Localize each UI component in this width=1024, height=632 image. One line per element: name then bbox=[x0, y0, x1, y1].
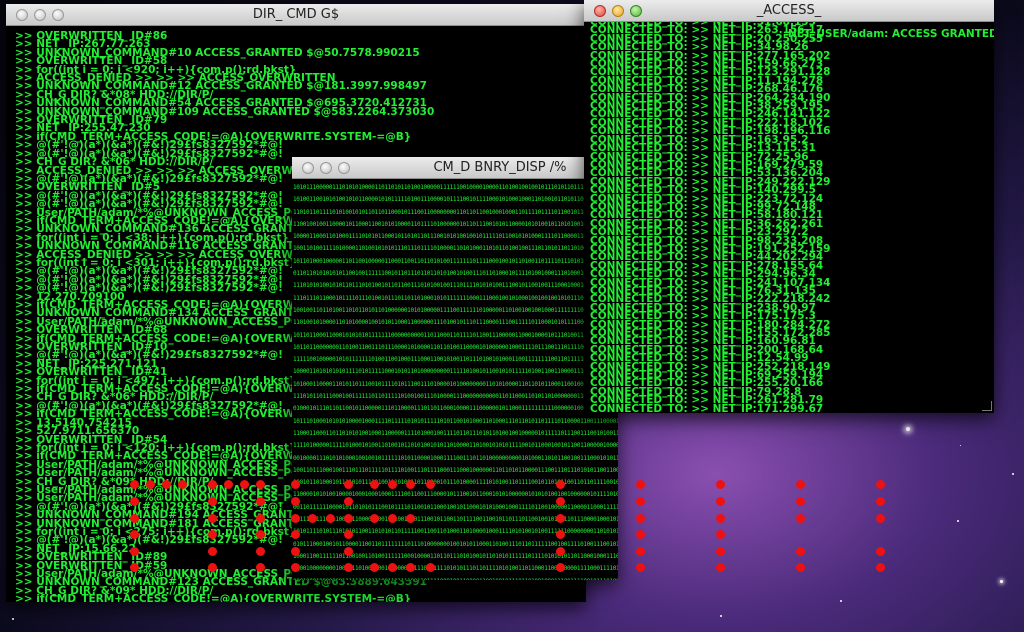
resize-grip[interactable] bbox=[982, 401, 992, 411]
star bbox=[957, 520, 959, 522]
window-title: DIR_ CMD G$ bbox=[252, 7, 340, 22]
banner-dot bbox=[636, 563, 645, 572]
window-title: _ACCESS_ bbox=[756, 3, 822, 18]
banner-dot bbox=[716, 547, 725, 556]
access-output[interactable]: CONNECTED_TO: >> NET_IP:51.68.133 CONNEC… bbox=[584, 22, 994, 413]
star bbox=[1012, 473, 1014, 475]
binary-window[interactable]: CM_D BNRY_DISP /% 1010111000001110101010… bbox=[292, 157, 618, 580]
banner-dot bbox=[716, 497, 725, 506]
banner-dot bbox=[876, 563, 885, 572]
banner-dot bbox=[716, 530, 725, 539]
binary-output[interactable]: 1010111000001110101010000110110101101001… bbox=[292, 179, 618, 580]
window-title: CM_D BNRY_DISP /% bbox=[433, 160, 567, 175]
banner-dot bbox=[796, 547, 805, 556]
banner-dot bbox=[796, 563, 805, 572]
banner-dot bbox=[796, 514, 805, 523]
star bbox=[720, 615, 722, 617]
star bbox=[840, 600, 842, 602]
banner-dot bbox=[716, 563, 725, 572]
star bbox=[12, 618, 14, 620]
banner-dot bbox=[876, 547, 885, 556]
binary-window-titlebar[interactable]: CM_D BNRY_DISP /% bbox=[292, 157, 618, 179]
banner-dot bbox=[636, 530, 645, 539]
access-window[interactable]: _ACCESS_ CONNECTED_TO: >> NET_IP:51.68.1… bbox=[584, 0, 994, 413]
cmd-window-titlebar[interactable]: DIR_ CMD G$ bbox=[6, 4, 586, 26]
banner-dot bbox=[876, 497, 885, 506]
banner-dot bbox=[716, 514, 725, 523]
star bbox=[906, 427, 910, 431]
banner-dot bbox=[636, 514, 645, 523]
banner-dot bbox=[636, 480, 645, 489]
banner-dot bbox=[876, 480, 885, 489]
banner-dot bbox=[636, 547, 645, 556]
banner-dot bbox=[796, 480, 805, 489]
connection-log: CONNECTED_TO: >> NET_IP:51.68.133 CONNEC… bbox=[590, 22, 831, 413]
access-window-titlebar[interactable]: _ACCESS_ bbox=[584, 0, 994, 22]
binary-log: 1010111000001110101010000110110101101001… bbox=[293, 184, 618, 580]
banner-dot bbox=[876, 514, 885, 523]
star bbox=[960, 445, 961, 446]
star bbox=[1000, 580, 1003, 583]
banner-dot bbox=[716, 480, 725, 489]
access-granted-banner: NET_USER/adam: ACCESS GRANTED bbox=[788, 28, 994, 40]
banner-dot bbox=[796, 497, 805, 506]
banner-dot bbox=[636, 497, 645, 506]
